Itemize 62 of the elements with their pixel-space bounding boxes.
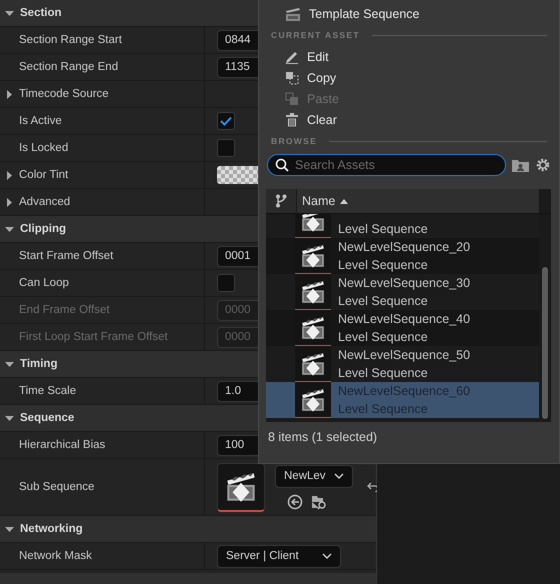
expander-arrow-icon[interactable] [5, 170, 14, 180]
property-label: Section Range Start [19, 34, 122, 46]
clapperboard-icon [285, 6, 301, 20]
asset-list-item[interactable]: NewLevelSequence_20 Level Sequence [266, 238, 539, 274]
copy-icon [285, 70, 299, 84]
reset-arrow-icon[interactable] [366, 482, 379, 492]
folder-search-icon[interactable] [311, 494, 327, 510]
category-title: Section [20, 7, 62, 19]
property-label: Hierarchical Bias [19, 439, 106, 451]
property-label: Advanced [19, 196, 70, 208]
property-label: Is Active [19, 115, 62, 127]
property-label: Color Tint [19, 169, 68, 181]
expander-arrow-icon[interactable] [5, 90, 14, 98]
category-title: Networking [20, 523, 83, 535]
search-input[interactable]: Search Assets [295, 158, 475, 172]
property-label: Is Locked [19, 142, 68, 154]
property-label: Sub Sequence [19, 481, 94, 493]
network-mask-dropdown[interactable]: Server | Client [217, 544, 341, 568]
expander-arrow-icon[interactable] [5, 198, 14, 206]
checkbox[interactable] [217, 274, 235, 292]
category-title: Sequence [20, 412, 74, 424]
trash-icon [285, 112, 299, 126]
property-label: Can Loop [19, 277, 69, 289]
asset-name: NewLevelSequence_40 [338, 311, 470, 328]
property-label: Section Range End [19, 61, 118, 73]
expander-arrow-icon[interactable] [5, 414, 14, 422]
category-header[interactable]: Networking [0, 516, 376, 543]
expander-arrow-icon[interactable] [5, 360, 14, 368]
asset-name: NewLevelSequence_60 [338, 383, 470, 400]
asset-dropdown[interactable]: NewLev [275, 464, 353, 488]
pencil-icon [285, 50, 299, 64]
asset-list-item[interactable]: NewLevelSequence_40 Level Sequence [266, 310, 539, 346]
search-field[interactable]: Search Assets [267, 154, 506, 176]
checkbox[interactable] [217, 139, 235, 157]
property-label: Network Mask [19, 550, 92, 562]
property-label: Timecode Source [19, 88, 109, 100]
category-title: Clipping [20, 223, 66, 235]
search-icon [275, 158, 289, 172]
chevron-down-icon [322, 553, 332, 559]
menu-section-title: BROWSE [271, 136, 318, 146]
checkbox[interactable] [217, 112, 235, 130]
property-label: End Frame Offset [19, 304, 110, 316]
expander-arrow-icon[interactable] [5, 224, 14, 234]
settings-icon[interactable] [535, 157, 551, 173]
menu-item[interactable]: Clear [259, 109, 559, 130]
chevron-down-icon [334, 473, 344, 479]
branch-icon[interactable] [275, 194, 287, 208]
expander-arrow-icon[interactable] [5, 8, 14, 18]
property-label: Start Frame Offset [19, 250, 114, 262]
property-label: First Loop Start Frame Offset [19, 331, 168, 343]
asset-type: Level Sequence [338, 329, 429, 346]
name-column-header[interactable]: Name [297, 189, 539, 213]
asset-thumbnail[interactable] [217, 462, 265, 512]
category-title: Timing [20, 358, 58, 370]
asset-name: NewLevelSequence_30 [338, 275, 470, 292]
folder-icon[interactable] [512, 158, 529, 172]
use-selected-icon[interactable] [287, 494, 303, 510]
expander-arrow-icon[interactable] [5, 524, 14, 534]
paste-icon [285, 92, 299, 106]
asset-type: Level Sequence [338, 293, 429, 310]
asset-type: Level Sequence [338, 257, 429, 274]
property-label: Time Scale [19, 385, 76, 397]
